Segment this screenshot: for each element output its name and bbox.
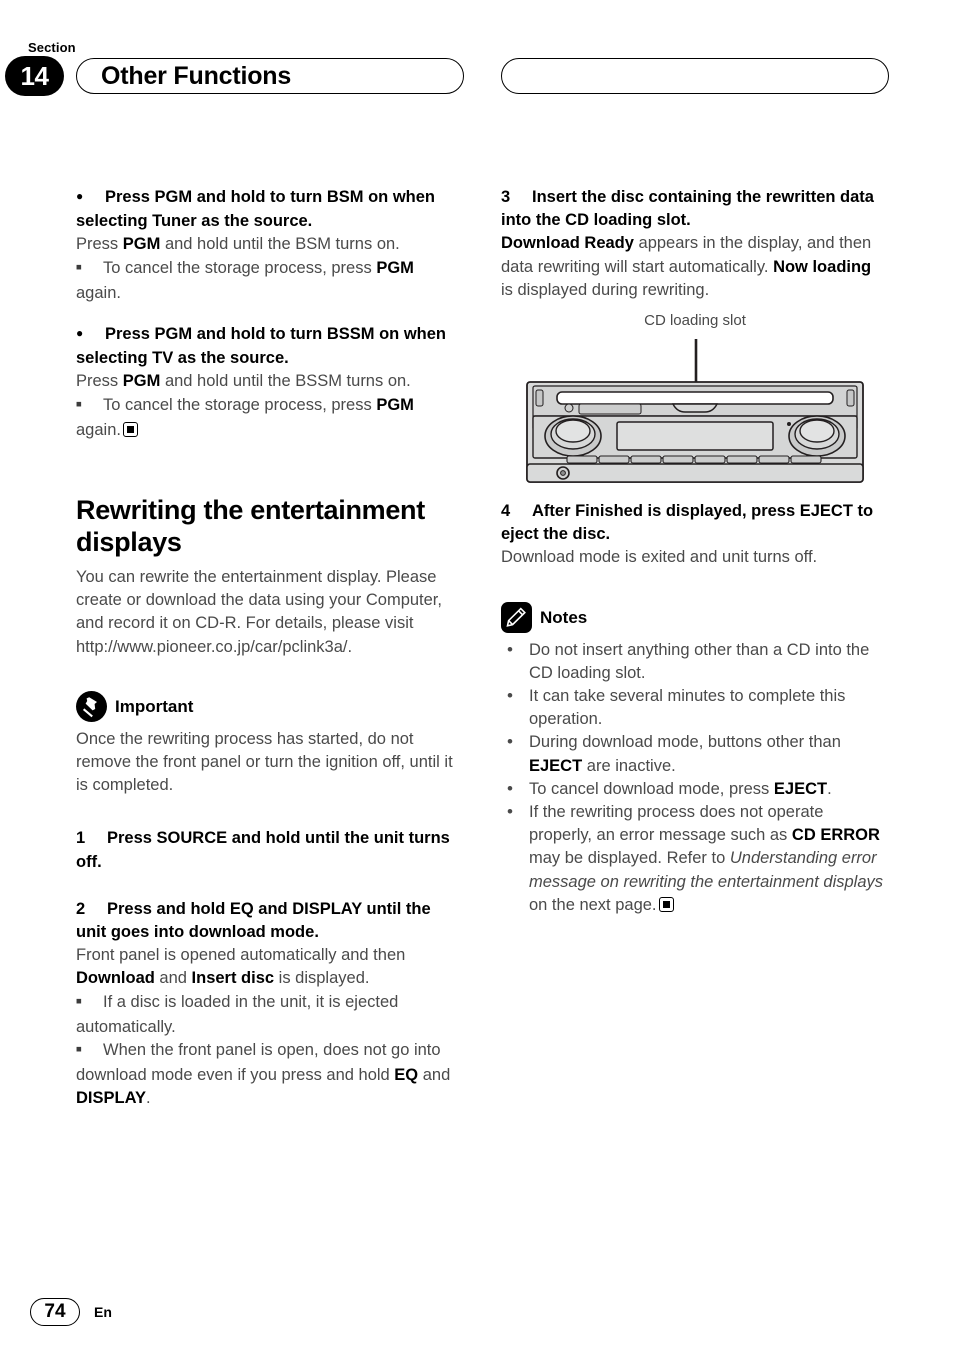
- step-3-body: Download Ready appears in the display, a…: [501, 234, 872, 299]
- filled-circle-bullet-icon: [76, 323, 105, 347]
- important-body: Once the rewriting process has started, …: [76, 729, 453, 795]
- step-1-number: 1: [76, 829, 86, 848]
- step-4-heading: 4 After Finished is displayed, press EJEC…: [501, 502, 874, 544]
- lcd-display-window: [616, 421, 774, 451]
- notes-label: Notes: [540, 607, 588, 627]
- end-of-section-marker-icon: [122, 421, 138, 437]
- step-1-heading: 1 Press SOURCE and hold until the unit tu…: [76, 829, 450, 871]
- bullet-heading-bsm: Press PGM and hold to turn BSM on when s…: [76, 186, 462, 233]
- square-bullet-icon: [76, 991, 103, 1016]
- header-right-pill: [501, 58, 889, 94]
- left-column: Press PGM and hold to turn BSM on when s…: [76, 186, 462, 1111]
- note-item: If the rewriting process does not operat…: [501, 800, 887, 917]
- square-bullet-icon: [76, 257, 103, 282]
- section-intro-paragraph: You can rewrite the entertainment displa…: [76, 568, 442, 656]
- error-msg-cd-error: CD ERROR: [791, 826, 880, 845]
- important-label: Important: [115, 696, 194, 716]
- header-title-pill: Other Functions: [76, 58, 464, 94]
- pushpin-icon: [76, 690, 107, 722]
- square-bullet-icon: [76, 1039, 103, 1064]
- step-2-body: Front panel is opened automatically and …: [76, 946, 406, 988]
- section-number-badge: 14: [5, 56, 64, 96]
- end-of-section-marker-icon: [658, 896, 674, 912]
- filled-circle-bullet-icon: [76, 186, 105, 210]
- right-column: 3 Insert the disc containing the rewritte…: [501, 186, 887, 917]
- bullet-sub-bsm: To cancel the storage process, press PGM…: [76, 257, 462, 305]
- figure-caption: CD loading slot: [644, 312, 746, 329]
- square-bullet-icon: [76, 394, 103, 419]
- notes-list: Do not insert anything other than a CD i…: [501, 638, 887, 917]
- bullet-body-bsm: Press PGM and hold until the BSM turns o…: [76, 235, 400, 254]
- key-pgm: PGM: [376, 258, 414, 277]
- display-msg-download-ready: Download Ready: [501, 234, 634, 253]
- section-heading-rewriting: Rewriting the entertainment displays: [76, 495, 425, 558]
- car-stereo-head-unit-diagram: CD loading slot: [501, 312, 889, 492]
- note-item: Do not insert anything other than a CD i…: [501, 638, 887, 685]
- key-display: DISPLAY: [76, 1089, 146, 1108]
- key-pgm: PGM: [376, 395, 414, 414]
- page-title: Other Functions: [101, 61, 292, 90]
- page-number: 74: [30, 1298, 80, 1326]
- section-label: Section: [28, 40, 76, 55]
- key-eject: EJECT: [773, 779, 828, 798]
- key-eject: EJECT: [529, 756, 583, 775]
- step-3-heading: 3 Insert the disc containing the rewritte…: [501, 188, 874, 230]
- pencil-icon: [501, 601, 532, 633]
- key-pgm: PGM: [122, 235, 161, 254]
- bullet-block-bsm: Press PGM and hold to turn BSM on when s…: [76, 186, 462, 305]
- note-item: It can take several minutes to complete …: [501, 684, 887, 731]
- bullet-heading-bssm: Press PGM and hold to turn BSSM on when …: [76, 323, 462, 370]
- page-header: Section 14 Other Functions: [0, 36, 954, 106]
- step-2-number: 2: [76, 899, 86, 918]
- step-4-number: 4: [501, 502, 511, 521]
- step-2-sub-1: If a disc is loaded in the unit, it is e…: [76, 991, 462, 1039]
- page-footer: 74 En: [30, 1298, 112, 1326]
- head-unit-illustration: [526, 339, 864, 483]
- important-notice-header: Important: [76, 690, 462, 722]
- key-insert-disc: Insert disc: [191, 969, 275, 988]
- bullet-sub-bssm: To cancel the storage process, press PGM…: [76, 394, 462, 442]
- step-3-number: 3: [501, 188, 511, 206]
- cd-loading-slot: [556, 391, 834, 405]
- language-code: En: [94, 1304, 112, 1320]
- note-item: To cancel download mode, press EJECT.: [501, 777, 887, 801]
- display-msg-now-loading: Now loading: [773, 257, 872, 276]
- bullet-block-bssm: Press PGM and hold to turn BSSM on when …: [76, 323, 462, 442]
- key-pgm: PGM: [122, 372, 161, 391]
- step-2-heading: 2 Press and hold EQ and DISPLAY until the…: [76, 899, 431, 942]
- step-4-body: Download mode is exited and unit turns o…: [501, 548, 818, 567]
- notes-header: Notes: [501, 601, 887, 633]
- note-item: During download mode, buttons other than…: [501, 730, 887, 777]
- step-2-sub-2: When the front panel is open, does not g…: [76, 1039, 462, 1111]
- key-download: Download: [76, 969, 155, 988]
- bullet-body-bssm: Press PGM and hold until the BSSM turns …: [76, 372, 411, 391]
- key-eq: EQ: [394, 1066, 419, 1085]
